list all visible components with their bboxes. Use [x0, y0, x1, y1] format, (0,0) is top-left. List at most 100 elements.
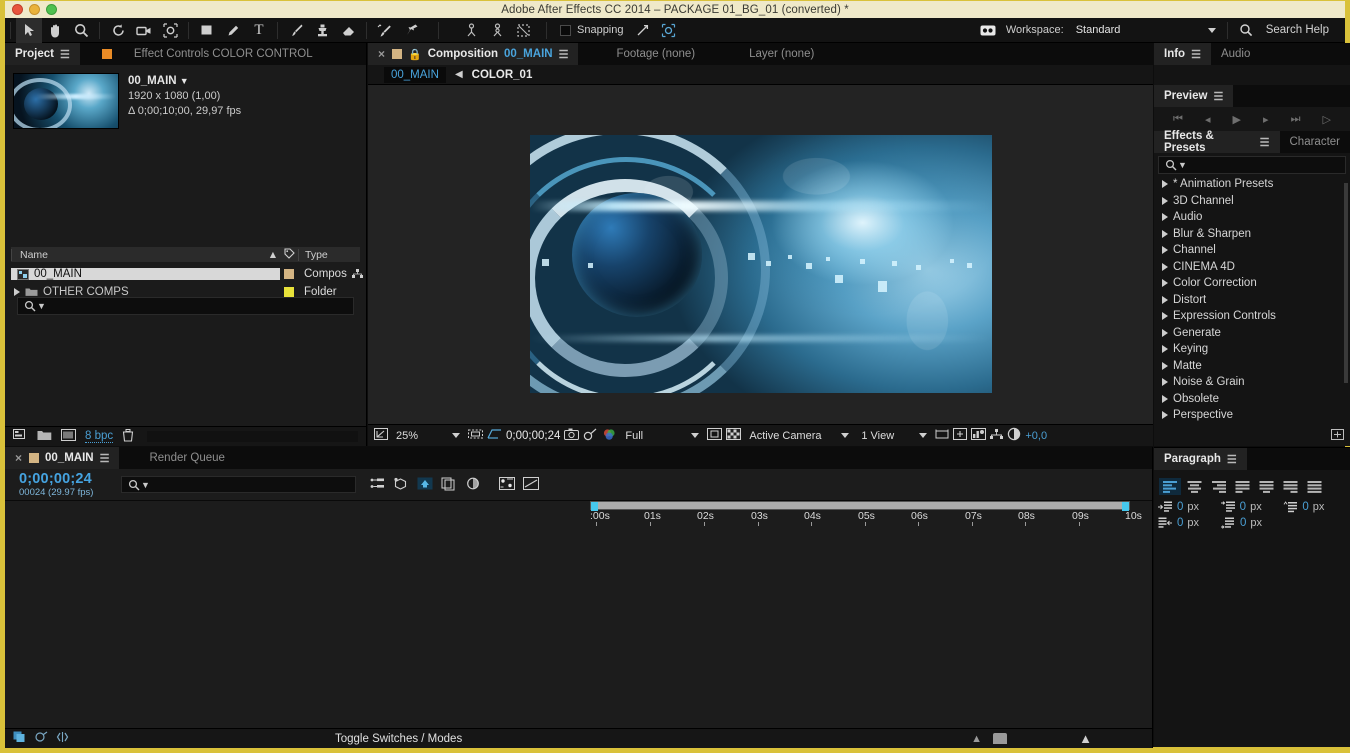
paragraph-alignment-row[interactable] [1154, 470, 1350, 499]
tab-render-queue[interactable]: Render Queue [119, 447, 234, 469]
disclosure-triangle-icon[interactable] [1162, 329, 1168, 337]
effects-category-item[interactable]: Perspective [1154, 407, 1350, 424]
tab-paragraph[interactable]: Paragraph ☰ [1154, 448, 1247, 470]
effects-category-item[interactable]: Blur & Sharpen [1154, 226, 1350, 243]
label-tag-icon[interactable] [280, 248, 298, 262]
project-item-row[interactable]: 00_MAIN Compos [11, 265, 360, 283]
disclosure-triangle-icon[interactable] [1162, 180, 1168, 188]
transfer-modes-icon[interactable] [35, 731, 48, 746]
project-tabbar[interactable]: Project ☰ Effect Controls COLOR CONTROL [5, 43, 366, 65]
transparency-grid-icon[interactable] [726, 428, 741, 443]
exposure-offset-value[interactable]: +0,0 [1025, 430, 1047, 442]
resolution-dropdown[interactable]: Full [621, 427, 703, 445]
effects-category-item[interactable]: Audio [1154, 209, 1350, 226]
tab-layer[interactable]: Layer (none) [705, 43, 824, 65]
justify-all-icon[interactable] [1303, 478, 1325, 495]
region-of-interest-icon[interactable] [487, 428, 502, 443]
search-help-icon[interactable] [1233, 18, 1259, 43]
puppet-pin-icon[interactable] [458, 18, 484, 43]
interpret-footage-icon[interactable] [61, 429, 76, 444]
zoom-level-dropdown[interactable]: 25% [392, 427, 464, 445]
breadcrumb-back-icon[interactable]: ◀ [455, 69, 463, 80]
project-column-headers[interactable]: Name ▲ Type [11, 247, 360, 262]
effects-category-item[interactable]: Generate [1154, 325, 1350, 342]
enable-motion-blur-icon[interactable] [465, 477, 481, 493]
auto-keyframe-icon[interactable] [523, 477, 539, 493]
justify-last-left-icon[interactable] [1231, 478, 1253, 495]
info-audio-tabbar[interactable]: Info ☰ Audio [1154, 43, 1350, 65]
stretch-column-icon[interactable] [57, 731, 68, 746]
composition-tabbar[interactable]: × 🔒 Composition 00_MAIN ☰ Footage (none)… [368, 43, 1153, 65]
close-icon[interactable]: × [15, 451, 22, 465]
timeline-search-input[interactable]: ▼ [121, 476, 356, 493]
paragraph-value-grid[interactable]: 0 px 0 px 0 px 0 px [1154, 499, 1350, 529]
eraser-tool[interactable] [335, 18, 361, 43]
zoom-in-timeline-icon[interactable]: ▲ [1079, 731, 1092, 746]
panel-menu-icon[interactable]: ☰ [1191, 48, 1201, 61]
effects-search-input[interactable]: ▼ [1158, 156, 1346, 174]
close-icon[interactable]: × [378, 47, 385, 61]
grid-guides-icon[interactable] [468, 428, 483, 443]
fast-previews-icon[interactable] [953, 428, 967, 443]
zoom-tool[interactable] [68, 18, 94, 43]
type-tool[interactable]: T [246, 18, 272, 43]
camera-view-dropdown[interactable]: Active Camera [745, 427, 853, 445]
last-frame-icon[interactable]: ⏭ [1291, 113, 1301, 126]
timeline-tabbar[interactable]: × 00_MAIN ☰ Render Queue [5, 447, 1152, 469]
snapshot-icon[interactable] [564, 428, 579, 443]
tab-composition[interactable]: × 🔒 Composition 00_MAIN ☰ [368, 43, 578, 65]
panel-menu-icon[interactable]: ☰ [1227, 453, 1237, 466]
new-effect-icon[interactable] [1331, 429, 1344, 443]
fit-to-window-icon[interactable] [374, 428, 388, 443]
lock-icon[interactable]: 🔒 [408, 48, 422, 61]
paragraph-tabbar[interactable]: Paragraph ☰ [1154, 448, 1350, 470]
clone-stamp-tool[interactable] [309, 18, 335, 43]
timeline-ruler[interactable]: :00s 01s 02s 03s 04s 05s 06s 07s 08s 09s [590, 501, 1130, 531]
disclosure-triangle-icon[interactable] [1162, 296, 1168, 304]
composition-footer[interactable]: 25% 0;00;00;24 Full [368, 424, 1153, 446]
space-after-field[interactable]: 0 px [1221, 517, 1284, 529]
effects-category-item[interactable]: Matte [1154, 358, 1350, 375]
panel-menu-icon[interactable]: ☰ [1213, 90, 1223, 103]
disclosure-triangle-icon[interactable] [14, 288, 20, 296]
shape-tool[interactable] [194, 18, 220, 43]
timeline-controls[interactable]: 0;00;00;24 00024 (29.97 fps) ▼ [5, 469, 1152, 501]
puppet-pin-tool[interactable] [398, 18, 424, 43]
puppet-overlap-icon[interactable] [484, 18, 510, 43]
reset-exposure-icon[interactable] [1007, 427, 1021, 444]
bit-depth-button[interactable]: 8 bpc [85, 430, 113, 443]
tab-audio[interactable]: Audio [1211, 43, 1260, 65]
previous-frame-icon[interactable]: ◂ [1205, 113, 1211, 126]
composition-stage[interactable] [368, 85, 1153, 424]
effects-category-item[interactable]: Channel [1154, 242, 1350, 259]
play-icon[interactable]: ▶ [1233, 113, 1241, 126]
ram-preview-icon[interactable]: ▷ [1323, 113, 1331, 126]
new-comp-icon[interactable] [13, 429, 28, 444]
tab-preview[interactable]: Preview ☰ [1154, 85, 1233, 107]
disclosure-triangle-icon[interactable] [1162, 263, 1168, 271]
tab-timeline-comp[interactable]: × 00_MAIN ☰ [5, 447, 119, 469]
effects-category-item[interactable]: 3D Channel [1154, 193, 1350, 210]
align-right-icon[interactable] [1207, 478, 1229, 495]
rotation-tool[interactable] [105, 18, 131, 43]
effects-tabbar[interactable]: Effects & Presets ☰ Character [1154, 131, 1350, 153]
view-layout-dropdown[interactable]: 1 View [857, 427, 931, 445]
composition-timecode[interactable]: 0;00;00;24 [506, 430, 560, 442]
timeline-current-time[interactable]: 0;00;00;24 00024 (29.97 fps) [5, 471, 115, 498]
roto-brush-tool[interactable] [372, 18, 398, 43]
space-before-field[interactable]: 0 px [1283, 501, 1346, 513]
panel-menu-icon[interactable]: ☰ [100, 452, 110, 465]
pixel-aspect-correction-icon[interactable] [935, 428, 949, 443]
next-frame-icon[interactable]: ▸ [1263, 113, 1269, 126]
show-snapshot-icon[interactable] [583, 428, 598, 444]
composition-mini-flowchart-icon[interactable] [370, 477, 385, 493]
snap-region-icon[interactable] [656, 18, 682, 43]
disclosure-triangle-icon[interactable] [1162, 411, 1168, 419]
composition-canvas[interactable] [530, 135, 992, 393]
region-interest-toggle-icon[interactable] [707, 428, 722, 443]
effects-category-item[interactable]: Distort [1154, 292, 1350, 309]
indent-right-field[interactable]: 0 px [1158, 517, 1221, 529]
selection-tool[interactable] [16, 18, 42, 43]
layer-switches-icon[interactable] [13, 731, 26, 746]
project-item-name-cell[interactable]: 00_MAIN [11, 268, 280, 280]
